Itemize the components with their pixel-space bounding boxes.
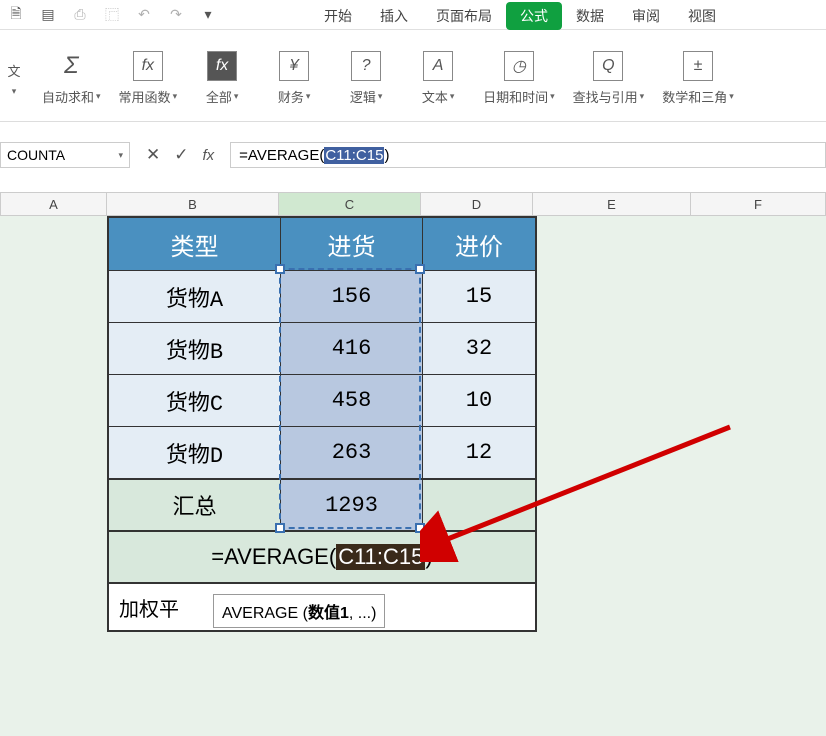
- ribbon: 文 ▾ Σ 自动求和▾ fx 常用函数▾ fx 全部▾ ¥ 财务▾ ? 逻辑▾ …: [0, 30, 826, 122]
- col-F[interactable]: F: [691, 192, 826, 216]
- fx-icon[interactable]: fx: [203, 147, 215, 164]
- ribbon-side[interactable]: 文 ▾: [4, 61, 24, 97]
- text-button[interactable]: A 文本▾: [411, 51, 465, 106]
- autosum-button[interactable]: Σ 自动求和▾: [42, 51, 101, 106]
- tab-insert[interactable]: 插入: [366, 2, 422, 30]
- date-label: 日期和时间: [483, 87, 548, 106]
- table-row: 货物B 416 32: [109, 322, 535, 374]
- function-tooltip: AVERAGE (数值1, ...): [213, 594, 385, 628]
- cell[interactable]: 货物A: [109, 271, 281, 322]
- tab-formula[interactable]: 公式: [506, 2, 562, 30]
- table-header-row: 类型 进货 进价: [109, 218, 535, 270]
- col-D[interactable]: D: [421, 192, 533, 216]
- logic-label: 逻辑: [350, 87, 376, 106]
- finance-label: 财务: [278, 87, 304, 106]
- all-fn-button[interactable]: fx 全部▾: [195, 51, 249, 106]
- name-box[interactable]: COUNTA ▾: [0, 142, 130, 168]
- cell[interactable]: 10: [423, 375, 535, 426]
- chevron-down-icon[interactable]: ▾: [118, 150, 123, 161]
- hdr-stock[interactable]: 进货: [281, 218, 423, 270]
- hdr-price[interactable]: 进价: [423, 218, 535, 270]
- table-avg-row: =AVERAGE(C11:C15): [109, 530, 535, 582]
- table-row: 货物A 156 15: [109, 270, 535, 322]
- menu-tabs: 开始 插入 页面布局 公式 数据 审阅 视图: [0, 2, 826, 30]
- lookup-label: 查找与引用: [573, 87, 638, 106]
- col-C[interactable]: C: [279, 192, 421, 216]
- total-value[interactable]: 1293: [281, 480, 423, 530]
- lookup-icon: Q: [593, 51, 623, 81]
- clock-icon: ◷: [504, 51, 534, 81]
- name-box-value: COUNTA: [7, 147, 65, 163]
- cell[interactable]: 货物C: [109, 375, 281, 426]
- cell[interactable]: 156: [281, 271, 423, 322]
- col-B[interactable]: B: [107, 192, 279, 216]
- fx-all-icon: fx: [207, 51, 237, 81]
- hdr-type[interactable]: 类型: [109, 218, 281, 270]
- cancel-icon[interactable]: ✕: [146, 145, 160, 165]
- math-button[interactable]: ± 数学和三角▾: [662, 51, 734, 106]
- col-E[interactable]: E: [533, 192, 691, 216]
- cell[interactable]: 32: [423, 323, 535, 374]
- tab-layout[interactable]: 页面布局: [422, 2, 506, 30]
- tab-review[interactable]: 审阅: [618, 2, 674, 30]
- col-A[interactable]: A: [0, 192, 107, 216]
- formula-post: ): [384, 147, 389, 164]
- formula-pre: =AVERAGE(: [239, 147, 324, 164]
- cell[interactable]: 货物B: [109, 323, 281, 374]
- common-fn-label: 常用函数: [119, 87, 171, 106]
- yen-icon: ¥: [279, 51, 309, 81]
- total-price[interactable]: [423, 480, 535, 530]
- avg-formula-cell[interactable]: =AVERAGE(C11:C15): [109, 532, 535, 582]
- cell[interactable]: 12: [423, 427, 535, 478]
- formula-selection: C11:C15: [324, 147, 384, 164]
- fx-icon: fx: [133, 51, 163, 81]
- cell[interactable]: 货物D: [109, 427, 281, 478]
- text-A-icon: A: [423, 51, 453, 81]
- formula-bar: COUNTA ▾ ✕ ✓ fx =AVERAGE(C11:C15): [0, 138, 826, 172]
- data-table: 类型 进货 进价 货物A 156 15 货物B 416 32 货物C 458 1…: [107, 216, 537, 632]
- lookup-button[interactable]: Q 查找与引用▾: [573, 51, 645, 106]
- autosum-label: 自动求和: [42, 87, 94, 106]
- table-row: 货物C 458 10: [109, 374, 535, 426]
- confirm-icon[interactable]: ✓: [174, 145, 188, 165]
- cell[interactable]: 458: [281, 375, 423, 426]
- table-total-row: 汇总 1293: [109, 478, 535, 530]
- tab-data[interactable]: 数据: [562, 2, 618, 30]
- cell[interactable]: 15: [423, 271, 535, 322]
- tab-start[interactable]: 开始: [310, 2, 366, 30]
- text-label: 文本: [422, 87, 448, 106]
- math-label: 数学和三角: [662, 87, 727, 106]
- formula-input[interactable]: =AVERAGE(C11:C15): [230, 142, 826, 168]
- cell[interactable]: 416: [281, 323, 423, 374]
- table-row: 货物D 263 12: [109, 426, 535, 478]
- side-label: 文: [7, 61, 20, 80]
- cell[interactable]: 263: [281, 427, 423, 478]
- question-icon: ?: [351, 51, 381, 81]
- logic-button[interactable]: ? 逻辑▾: [339, 51, 393, 106]
- column-headers: A B C D E F: [0, 192, 826, 216]
- spreadsheet-grid[interactable]: A B C D E F 类型 进货 进价 货物A 156 15 货物B 416 …: [0, 192, 826, 736]
- sigma-icon: Σ: [56, 51, 86, 81]
- math-icon: ±: [683, 51, 713, 81]
- all-fn-label: 全部: [206, 87, 232, 106]
- finance-button[interactable]: ¥ 财务▾: [267, 51, 321, 106]
- total-label[interactable]: 汇总: [109, 480, 281, 530]
- common-fn-button[interactable]: fx 常用函数▾: [119, 51, 178, 106]
- date-button[interactable]: ◷ 日期和时间▾: [483, 51, 555, 106]
- tab-view[interactable]: 视图: [674, 2, 730, 30]
